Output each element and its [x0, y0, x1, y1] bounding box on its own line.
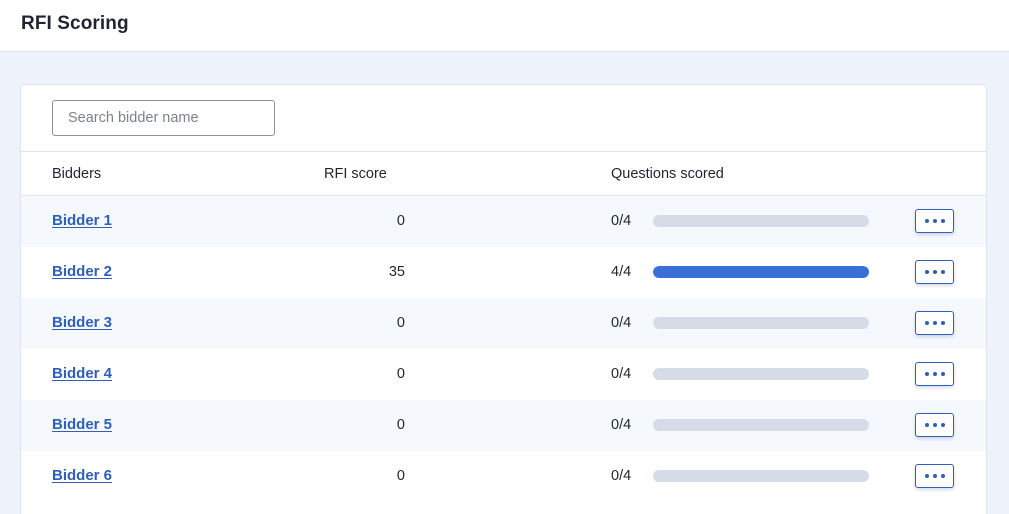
more-horizontal-icon [932, 423, 937, 427]
more-horizontal-icon [924, 219, 929, 223]
more-actions-button[interactable] [915, 209, 954, 233]
more-horizontal-icon [932, 474, 937, 478]
more-horizontal-icon [940, 321, 945, 325]
column-header-questions-scored: Questions scored [611, 166, 724, 182]
more-horizontal-icon [924, 474, 929, 478]
more-horizontal-icon [940, 270, 945, 274]
page-title: RFI Scoring [21, 13, 129, 34]
rfi-score-value: 0 [396, 468, 405, 484]
bidders-table-body: Bidder 1 0 0/4 Bidder 2 35 4/4 Bidder 3 … [21, 196, 986, 502]
more-actions-button[interactable] [915, 413, 954, 437]
more-actions-button[interactable] [915, 464, 954, 488]
bidders-card: Bidders RFI score Questions scored Bidde… [20, 84, 987, 514]
more-horizontal-icon [940, 474, 945, 478]
rfi-score-value: 0 [396, 366, 405, 382]
more-horizontal-icon [932, 219, 937, 223]
questions-progress-fill [653, 266, 869, 278]
more-horizontal-icon [924, 423, 929, 427]
more-horizontal-icon [932, 270, 937, 274]
questions-progress-bar [653, 215, 869, 227]
more-horizontal-icon [940, 372, 945, 376]
rfi-score-value: 35 [388, 264, 405, 280]
questions-progress-bar [653, 419, 869, 431]
top-bar: RFI Scoring [0, 0, 1009, 52]
bidder-link[interactable]: Bidder 3 [52, 314, 112, 331]
column-header-bidders: Bidders [52, 166, 102, 182]
questions-scored-value: 0/4 [611, 315, 632, 331]
questions-progress-bar [653, 470, 869, 482]
more-horizontal-icon [932, 321, 937, 325]
more-actions-button[interactable] [915, 311, 954, 335]
rfi-score-value: 0 [396, 315, 405, 331]
bidder-link[interactable]: Bidder 4 [52, 365, 112, 382]
bidder-link[interactable]: Bidder 1 [52, 212, 112, 229]
more-actions-button[interactable] [915, 362, 954, 386]
table-row: Bidder 4 0 0/4 [21, 349, 986, 400]
more-horizontal-icon [924, 321, 929, 325]
more-horizontal-icon [940, 219, 945, 223]
more-horizontal-icon [940, 423, 945, 427]
more-horizontal-icon [924, 372, 929, 376]
more-horizontal-icon [932, 372, 937, 376]
questions-progress-bar [653, 317, 869, 329]
table-row: Bidder 6 0 0/4 [21, 451, 986, 502]
questions-progress-bar [653, 368, 869, 380]
table-row: Bidder 1 0 0/4 [21, 196, 986, 247]
questions-scored-value: 0/4 [611, 213, 632, 229]
table-header: Bidders RFI score Questions scored [21, 151, 986, 196]
bidder-link[interactable]: Bidder 6 [52, 467, 112, 484]
column-header-rfi-score: RFI score [324, 166, 387, 182]
table-row: Bidder 3 0 0/4 [21, 298, 986, 349]
rfi-score-value: 0 [396, 417, 405, 433]
questions-scored-value: 4/4 [611, 264, 632, 280]
search-input[interactable] [52, 100, 275, 136]
bidder-link[interactable]: Bidder 5 [52, 416, 112, 433]
questions-scored-value: 0/4 [611, 417, 632, 433]
questions-progress-bar [653, 266, 869, 278]
more-horizontal-icon [924, 270, 929, 274]
questions-scored-value: 0/4 [611, 468, 632, 484]
more-actions-button[interactable] [915, 260, 954, 284]
rfi-score-value: 0 [396, 213, 405, 229]
table-row: Bidder 2 35 4/4 [21, 247, 986, 298]
bidder-link[interactable]: Bidder 2 [52, 263, 112, 280]
questions-scored-value: 0/4 [611, 366, 632, 382]
table-row: Bidder 5 0 0/4 [21, 400, 986, 451]
